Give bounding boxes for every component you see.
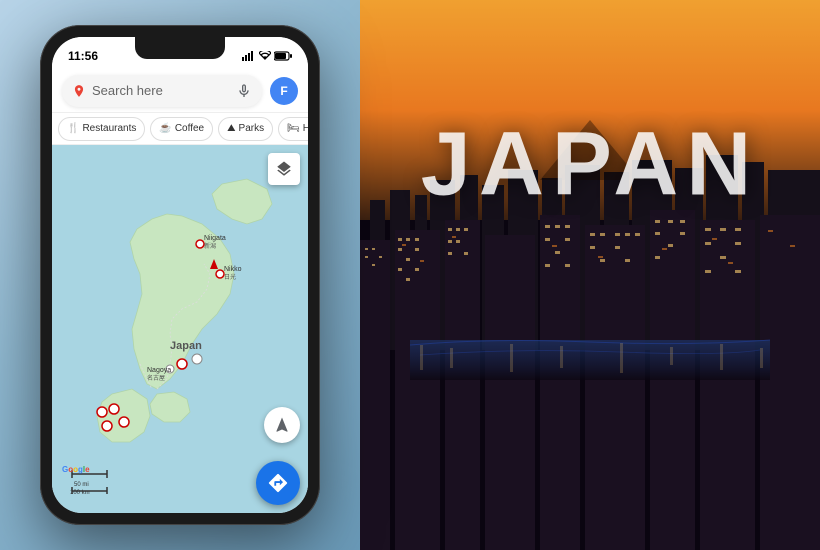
phone-screen: 11:56 [52, 37, 308, 513]
chip-parks[interactable]: ⛰ Parks [218, 117, 273, 141]
svg-text:日光: 日光 [224, 273, 236, 281]
signal-icon [242, 51, 256, 61]
svg-text:Nagoya: Nagoya [147, 367, 171, 374]
chip-hotels[interactable]: 🛏 Hote... [278, 117, 308, 141]
svg-text:Nikko: Nikko [224, 266, 242, 273]
directions-icon [267, 472, 289, 494]
search-input-container[interactable]: Search here [62, 75, 262, 107]
phone-mockup: 11:56 [40, 25, 320, 525]
left-panel: 11:56 [0, 0, 360, 550]
svg-text:新潟: 新潟 [204, 242, 216, 250]
svg-text:Japan: Japan [170, 340, 202, 352]
svg-text:Google: Google [62, 465, 90, 474]
map-area[interactable]: Niigata 新潟 Nikko 日光 Japan Nag [52, 145, 308, 513]
chip-restaurants[interactable]: 🍴 Restaurants [58, 117, 145, 141]
status-time: 11:56 [68, 49, 98, 63]
chip-coffee[interactable]: ☕ Coffee [150, 117, 213, 141]
phone-notch [135, 37, 225, 59]
mic-icon[interactable] [236, 83, 252, 99]
svg-text:50 mi: 50 mi [74, 482, 89, 488]
layers-icon [275, 160, 293, 178]
compass-button[interactable] [264, 407, 300, 443]
navigation-icon [273, 416, 291, 434]
right-panel: JAPAN [360, 0, 820, 550]
wifi-icon [259, 51, 271, 61]
search-bar[interactable]: Search here F [52, 69, 308, 113]
directions-button[interactable] [256, 461, 300, 505]
search-placeholder: Search here [92, 83, 230, 98]
status-icons [242, 51, 292, 61]
map-layers-button[interactable] [268, 153, 300, 185]
filter-chips: 🍴 Restaurants ☕ Coffee ⛰ Parks 🛏 Hote... [52, 113, 308, 145]
svg-text:100 km: 100 km [70, 490, 90, 496]
japan-title: JAPAN [421, 114, 759, 217]
maps-pin-icon [72, 84, 86, 98]
city-skyline-svg [360, 0, 820, 550]
svg-text:Niigata: Niigata [204, 235, 226, 242]
battery-icon [274, 51, 292, 61]
avatar[interactable]: F [270, 77, 298, 105]
map-svg: Niigata 新潟 Nikko 日光 Japan Nag [52, 145, 308, 513]
svg-text:名古屋: 名古屋 [147, 374, 165, 382]
